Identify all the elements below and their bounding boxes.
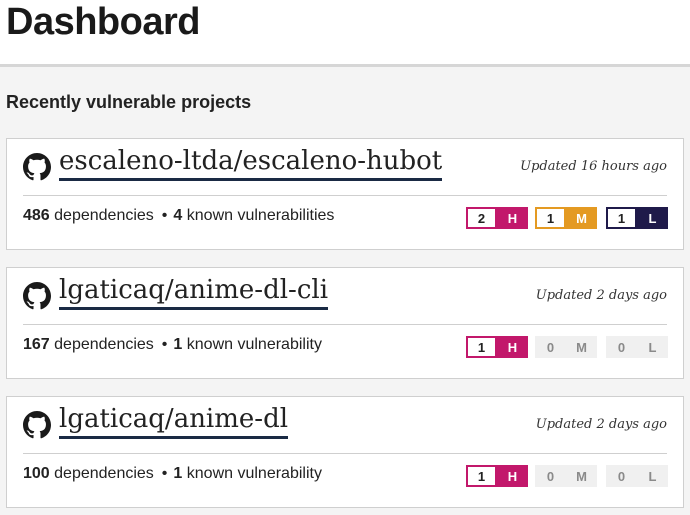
project-card: lgaticaq/anime-dl Updated 2 days ago 100… [6, 396, 684, 508]
project-stats: 100 dependencies • 1 known vulnerability [23, 465, 322, 482]
updated-timestamp: Updated 2 days ago [535, 288, 667, 303]
project-card: lgaticaq/anime-dl-cli Updated 2 days ago… [6, 267, 684, 379]
github-icon [23, 282, 51, 310]
severity-badge-medium[interactable]: 0 M [535, 465, 597, 487]
vulnerability-label: known vulnerability [186, 336, 322, 353]
severity-count: 0 [606, 465, 637, 487]
severity-count: 1 [466, 336, 497, 358]
repo-link[interactable]: lgaticaq/anime-dl-cli [59, 274, 329, 310]
severity-letter: M [566, 207, 597, 229]
severity-letter: M [566, 465, 597, 487]
dependency-label: dependencies [54, 207, 154, 224]
vulnerability-label: known vulnerability [186, 465, 322, 482]
dependency-label: dependencies [54, 465, 154, 482]
severity-count: 0 [606, 336, 637, 358]
divider [23, 324, 667, 325]
severity-count: 0 [535, 465, 566, 487]
page-header: Dashboard [0, 0, 690, 67]
severity-badge-low[interactable]: 0 L [606, 336, 668, 358]
github-icon [23, 153, 51, 181]
vulnerability-label: known vulnerabilities [186, 207, 335, 224]
project-card: escaleno-ltda/escaleno-hubot Updated 16 … [6, 138, 684, 250]
vulnerability-count: 1 [173, 465, 183, 482]
severity-badge-high[interactable]: 1 H [466, 336, 528, 358]
severity-letter: H [497, 207, 528, 229]
severity-letter: H [497, 465, 528, 487]
updated-timestamp: Updated 16 hours ago [520, 159, 667, 174]
severity-letter: L [637, 336, 668, 358]
dependency-count: 486 [23, 207, 50, 224]
repo-link[interactable]: lgaticaq/anime-dl [59, 403, 289, 439]
severity-badge-medium[interactable]: 1 M [535, 207, 597, 229]
severity-count: 0 [535, 336, 566, 358]
severity-count: 1 [466, 465, 497, 487]
severity-letter: H [497, 336, 528, 358]
dependency-count: 167 [23, 336, 50, 353]
severity-letter: M [566, 336, 597, 358]
project-stats: 486 dependencies • 4 known vulnerabilities [23, 207, 335, 224]
severity-count: 2 [466, 207, 497, 229]
severity-count: 1 [606, 207, 637, 229]
severity-letter: L [637, 465, 668, 487]
github-icon [23, 411, 51, 439]
divider [23, 453, 667, 454]
severity-badge-low[interactable]: 1 L [606, 207, 668, 229]
vulnerability-count: 4 [173, 207, 183, 224]
severity-badge-high[interactable]: 2 H [466, 207, 528, 229]
vulnerability-count: 1 [173, 336, 183, 353]
divider [23, 195, 667, 196]
updated-timestamp: Updated 2 days ago [535, 417, 667, 432]
page-title: Dashboard [6, 1, 200, 43]
severity-letter: L [637, 207, 668, 229]
section-title: Recently vulnerable projects [6, 92, 252, 112]
dependency-label: dependencies [54, 336, 154, 353]
severity-badge-high[interactable]: 1 H [466, 465, 528, 487]
severity-badge-medium[interactable]: 0 M [535, 336, 597, 358]
severity-badge-low[interactable]: 0 L [606, 465, 668, 487]
project-stats: 167 dependencies • 1 known vulnerability [23, 336, 322, 353]
repo-link[interactable]: escaleno-ltda/escaleno-hubot [59, 145, 443, 181]
dependency-count: 100 [23, 465, 50, 482]
severity-count: 1 [535, 207, 566, 229]
